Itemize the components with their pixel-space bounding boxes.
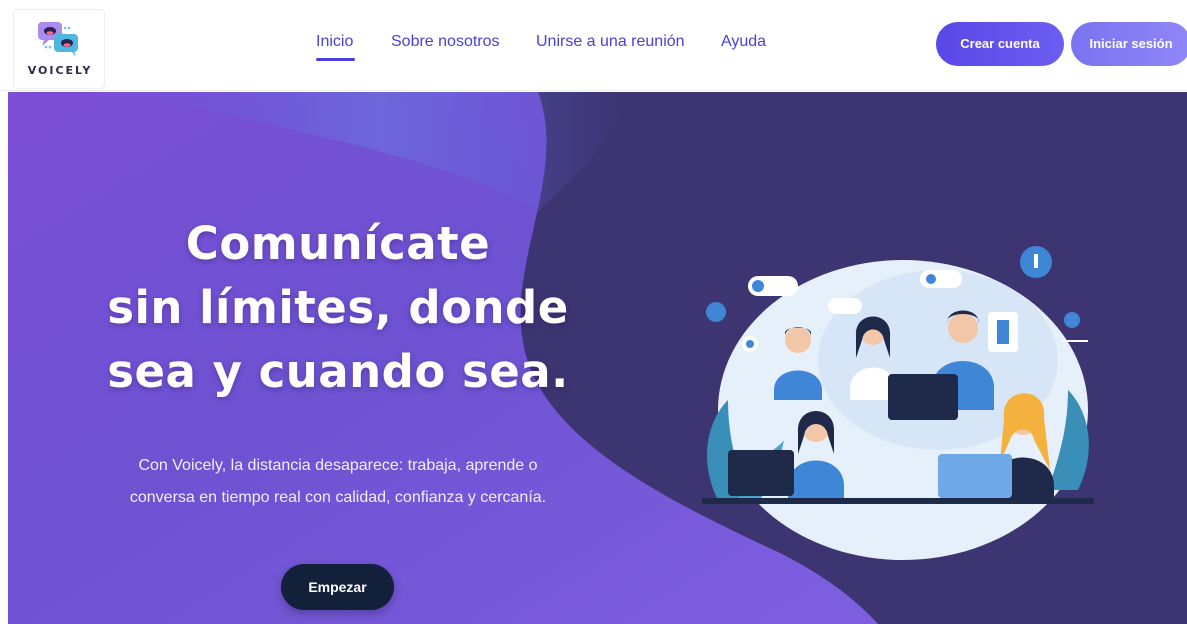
hero-title-line: sea y cuando sea. [107, 345, 569, 398]
hero-section: Comunícate sin límites, donde sea y cuan… [8, 92, 1187, 624]
chat-bubbles-logo-icon [38, 22, 78, 57]
create-account-button[interactable]: Crear cuenta [936, 22, 1064, 66]
nav-item-ayuda[interactable]: Ayuda [721, 33, 766, 51]
nav-item-unirse-reunion[interactable]: Unirse a una reunión [536, 33, 685, 51]
nav-item-sobre-nosotros[interactable]: Sobre nosotros [391, 33, 500, 51]
get-started-button[interactable]: Empezar [281, 564, 394, 610]
hero-title-line: Comunícate [185, 217, 491, 270]
video-conference-illustration [702, 246, 1094, 560]
active-nav-indicator [316, 58, 355, 61]
hero-subtitle: Con Voicely, la distancia desaparece: tr… [129, 457, 547, 506]
login-button[interactable]: Iniciar sesión [1071, 22, 1187, 66]
hero-title-line: sin límites, donde [107, 281, 569, 334]
nav-item-inicio[interactable]: Inicio [316, 33, 353, 51]
hero-title: Comunícate sin límites, donde sea y cuan… [68, 212, 608, 404]
brand-name: VOICELY [27, 64, 93, 77]
brand-logo[interactable]: VOICELY [13, 9, 105, 89]
site-header: VOICELY Inicio Sobre nosotros Unirse a u… [0, 0, 1187, 91]
